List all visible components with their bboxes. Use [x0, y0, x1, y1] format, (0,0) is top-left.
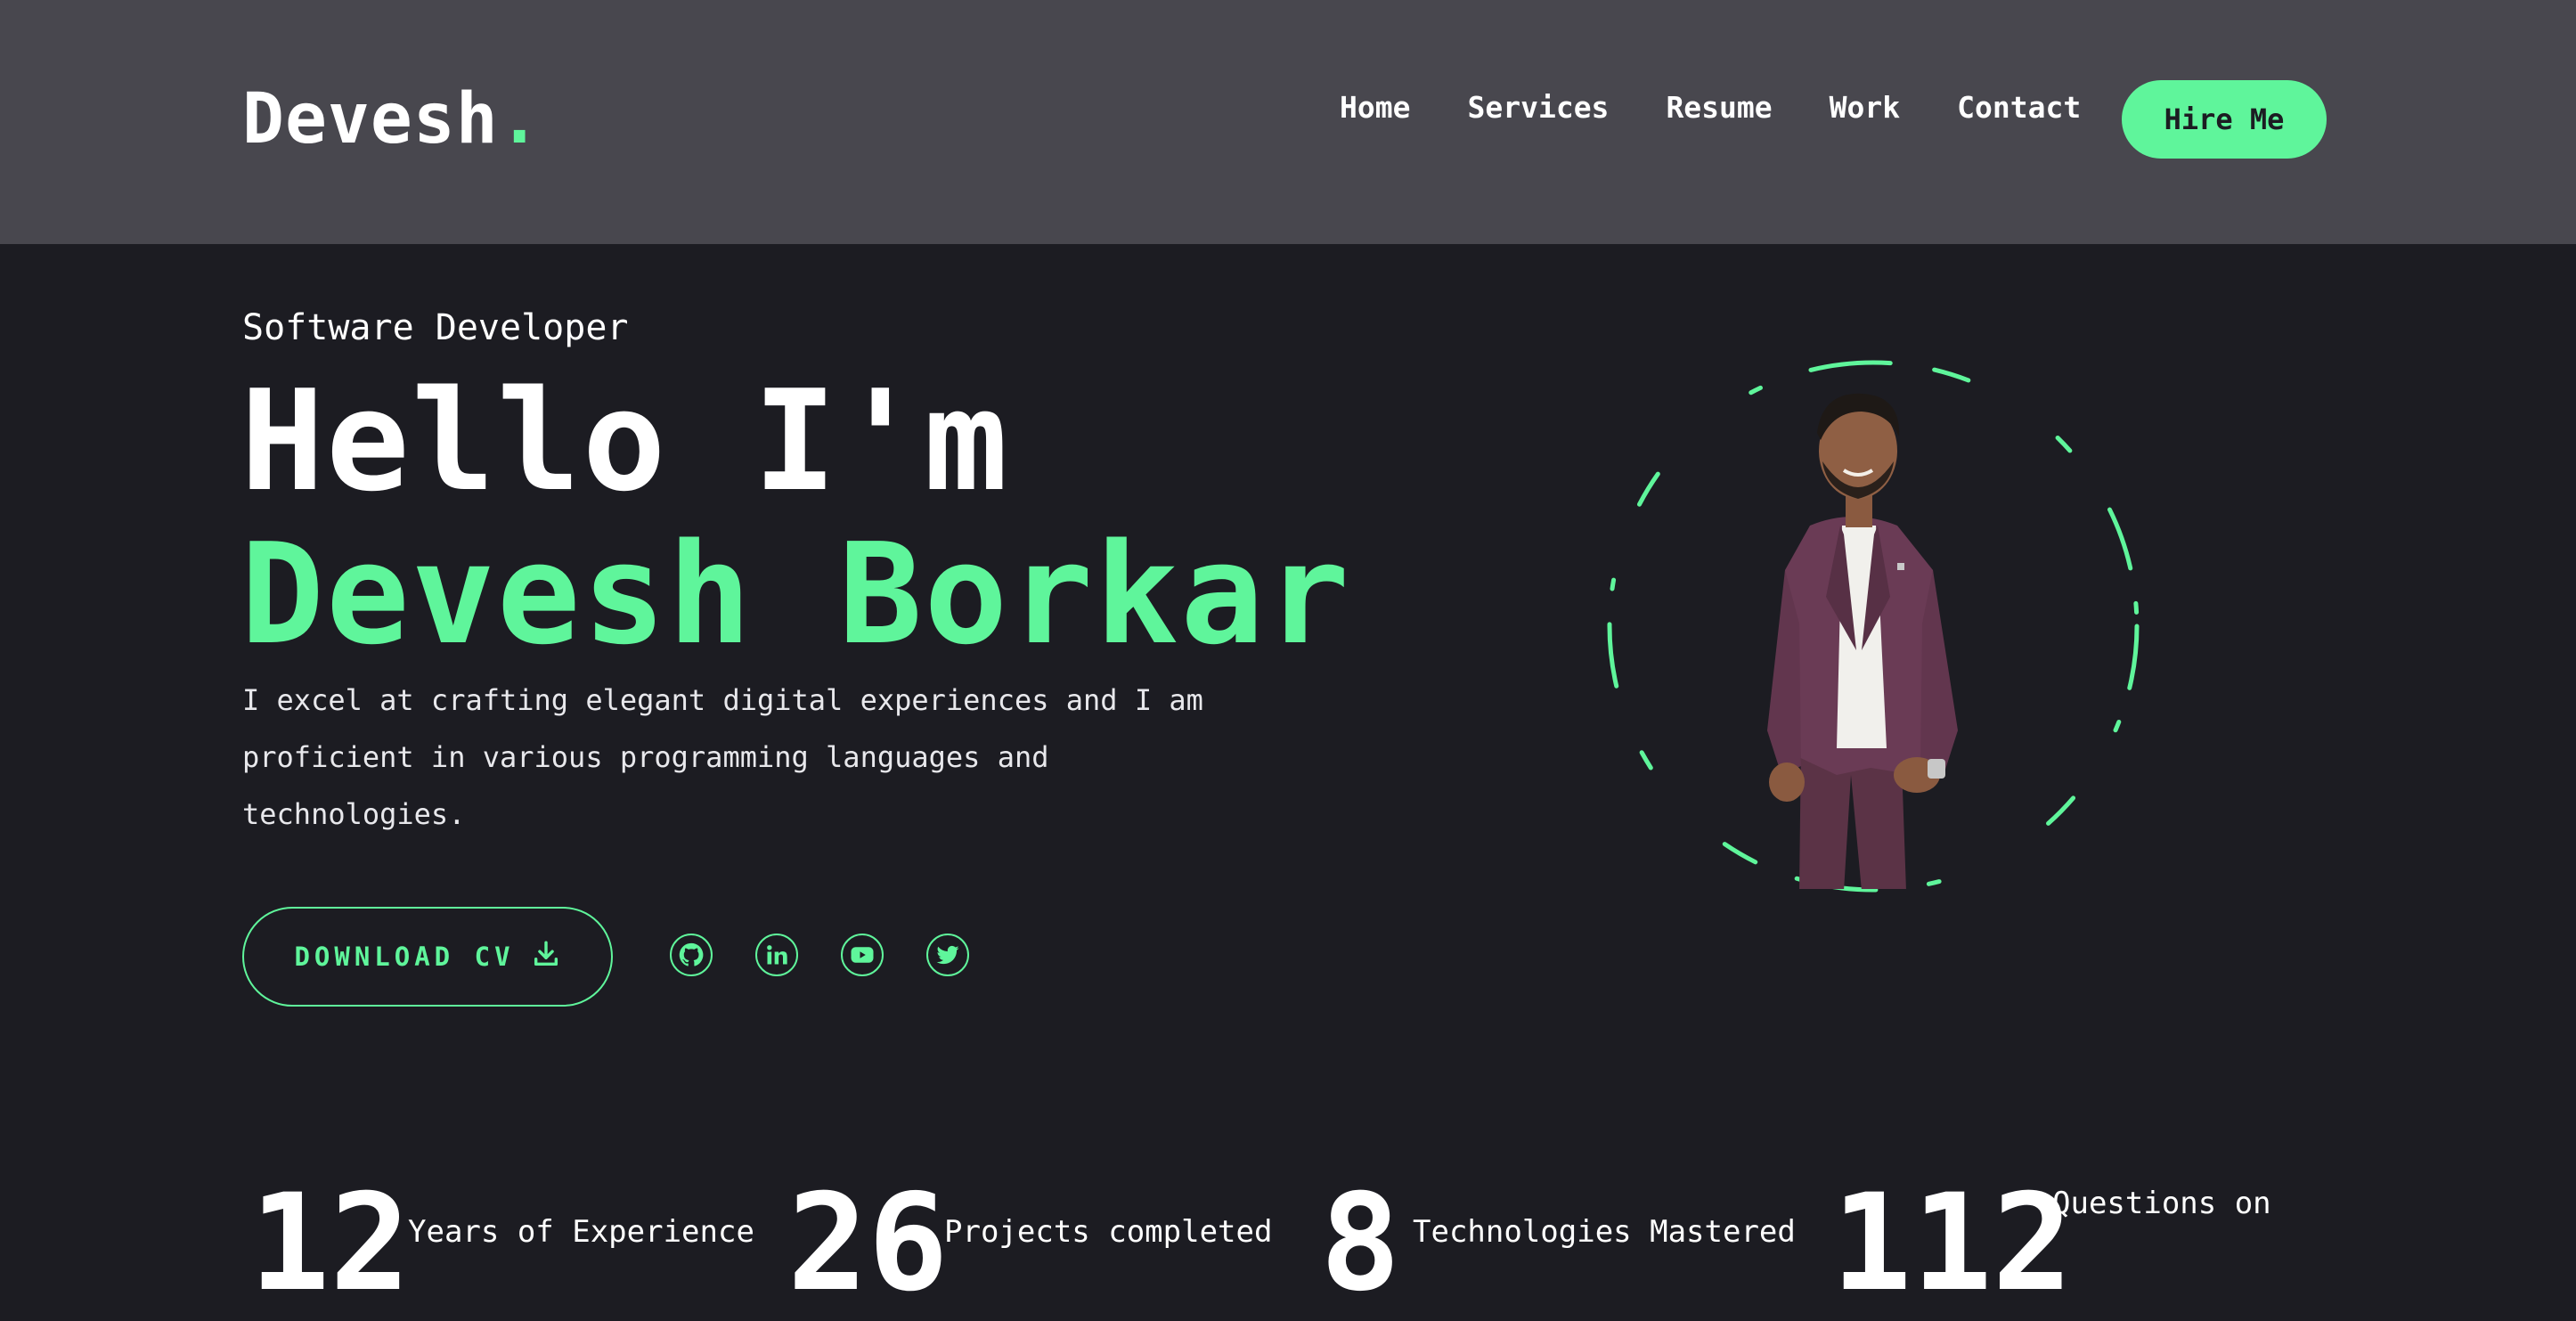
- nav-work[interactable]: Work: [1830, 87, 1900, 128]
- hero-subtitle: Software Developer: [242, 307, 629, 348]
- nav-services[interactable]: Services: [1467, 87, 1609, 128]
- logo-dot: .: [498, 79, 542, 159]
- hero-greeting: Hello I'm: [240, 360, 1010, 522]
- logo[interactable]: Devesh.: [242, 78, 542, 160]
- nav-resume[interactable]: Resume: [1666, 87, 1772, 128]
- main-nav: Home Services Resume Work Contact: [1340, 87, 2081, 128]
- hero-name: Devesh Borkar: [240, 513, 1351, 675]
- nav-contact[interactable]: Contact: [1957, 87, 2081, 128]
- download-cv-button[interactable]: DOWNLOAD CV: [242, 907, 613, 1007]
- stat-projects-label: Projects completed: [944, 1214, 1273, 1250]
- stat-years-value: 12: [249, 1166, 411, 1321]
- stat-questions-label: Questions on: [2052, 1186, 2271, 1221]
- logo-text: Devesh: [242, 79, 499, 159]
- linkedin-icon[interactable]: [755, 934, 798, 976]
- stat-questions-value: 112: [1831, 1166, 2073, 1321]
- hire-me-button[interactable]: Hire Me: [2122, 80, 2327, 159]
- stat-technologies-value: 8: [1320, 1166, 1401, 1321]
- stat-years-label: Years of Experience: [408, 1214, 754, 1250]
- youtube-icon[interactable]: [841, 934, 884, 976]
- download-cv-label: DOWNLOAD CV: [294, 942, 515, 972]
- hero-description: I excel at crafting elegant digital expe…: [242, 683, 1203, 831]
- social-links: [670, 934, 969, 976]
- profile-photo-frame: [1603, 356, 2143, 896]
- profile-photo: [1767, 393, 1958, 889]
- twitter-icon[interactable]: [926, 934, 969, 976]
- stat-technologies-label: Technologies Mastered: [1413, 1214, 1796, 1250]
- stats-section: 12 Years of Experience 26 Projects compl…: [0, 1158, 2576, 1315]
- download-icon: [531, 939, 561, 975]
- github-icon[interactable]: [670, 934, 713, 976]
- stat-projects-value: 26: [787, 1166, 949, 1321]
- nav-home[interactable]: Home: [1340, 87, 1410, 128]
- site-header: Devesh. Home Services Resume Work Contac…: [0, 0, 2576, 244]
